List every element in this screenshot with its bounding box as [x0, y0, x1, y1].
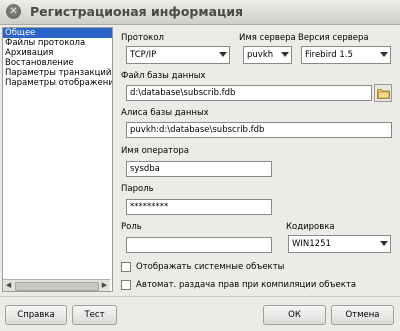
- title-bar: ✕ Регистрационая информация: [0, 0, 400, 25]
- chevron-down-icon: [281, 52, 289, 57]
- server-version-value: Firebird 1.5: [305, 50, 353, 60]
- server-version-label: Версия сервера: [298, 33, 369, 43]
- help-button[interactable]: Справка: [5, 305, 67, 325]
- password-input[interactable]: *********: [126, 199, 272, 215]
- encoding-label: Кодировка: [286, 222, 335, 232]
- help-button-label: Справка: [17, 310, 55, 320]
- sidebar-item-transaction-params[interactable]: Параметры транзакций: [3, 68, 112, 78]
- role-label: Роль: [121, 222, 142, 232]
- encoding-value: WIN1251: [292, 239, 331, 249]
- registration-dialog: ✕ Регистрационая информация Общее Файлы …: [0, 0, 400, 331]
- protocol-select[interactable]: TCP/IP: [126, 46, 230, 64]
- db-file-label: Файл базы данных: [121, 71, 206, 81]
- browse-button[interactable]: [374, 84, 392, 102]
- sidebar-item-general[interactable]: Общее: [3, 28, 112, 38]
- auto-grant-checkbox[interactable]: [121, 280, 131, 290]
- sidebar-item-backup[interactable]: Архивация: [3, 48, 112, 58]
- operator-label: Имя оператора: [121, 146, 189, 156]
- sidebar-item-log-files[interactable]: Файлы протокола: [3, 38, 112, 48]
- auto-grant-label: Автомат. раздача прав при компиляции объ…: [136, 280, 357, 290]
- sidebar-item-display-params[interactable]: Параметры отображения: [3, 78, 112, 88]
- protocol-value: TCP/IP: [130, 50, 157, 60]
- test-button-label: Тест: [84, 310, 105, 320]
- scroll-right-icon[interactable]: ▶: [99, 280, 110, 291]
- button-separator: [0, 296, 400, 297]
- show-system-objects-label: Отображать системные объекты: [136, 262, 285, 272]
- scrollbar-thumb[interactable]: [15, 282, 99, 291]
- folder-icon: [377, 89, 390, 99]
- chevron-down-icon: [219, 52, 227, 57]
- ok-button[interactable]: ОК: [263, 305, 326, 325]
- server-name-select[interactable]: puvkh: [243, 46, 292, 64]
- password-label: Пароль: [121, 184, 154, 194]
- chevron-down-icon: [380, 52, 388, 57]
- server-version-select[interactable]: Firebird 1.5: [301, 46, 391, 64]
- protocol-label: Протокол: [121, 33, 164, 43]
- db-alias-label: Алиса базы данных: [121, 108, 209, 118]
- server-name-label: Имя сервера: [239, 33, 296, 43]
- operator-input[interactable]: sysdba: [126, 161, 272, 177]
- test-button[interactable]: Тест: [72, 305, 117, 325]
- sidebar-item-restore[interactable]: Востановление: [3, 58, 112, 68]
- encoding-select[interactable]: WIN1251: [288, 235, 391, 253]
- db-file-input[interactable]: d:\database\subscrib.fdb: [126, 85, 372, 101]
- category-list[interactable]: Общее Файлы протокола Архивация Востанов…: [2, 27, 113, 292]
- close-button[interactable]: ✕: [6, 4, 21, 19]
- scroll-left-icon[interactable]: ◀: [3, 280, 14, 291]
- db-alias-input[interactable]: puvkh:d:\database\subscrib.fdb: [126, 122, 392, 138]
- server-name-value: puvkh: [247, 50, 274, 60]
- chevron-down-icon: [380, 241, 388, 246]
- role-input[interactable]: [126, 237, 272, 253]
- cancel-button-label: Отмена: [345, 310, 380, 320]
- horizontal-scrollbar[interactable]: ◀ ▶: [3, 279, 110, 291]
- ok-button-label: ОК: [288, 310, 301, 320]
- cancel-button[interactable]: Отмена: [331, 305, 394, 325]
- show-system-objects-checkbox[interactable]: [121, 262, 131, 272]
- window-title: Регистрационая информация: [30, 4, 244, 19]
